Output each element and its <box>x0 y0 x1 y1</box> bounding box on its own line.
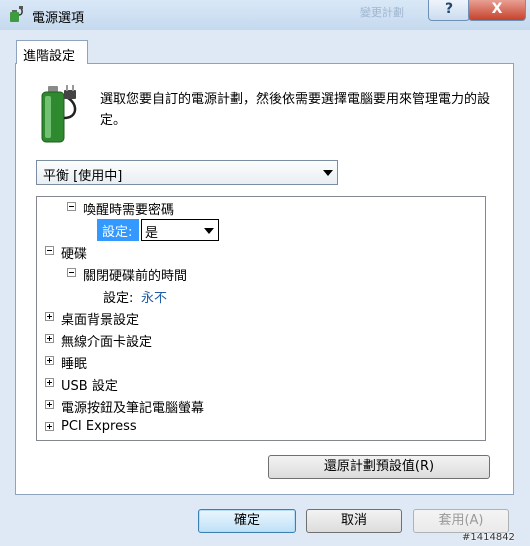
tree-item[interactable]: 喚醒時需要密碼 <box>37 197 467 219</box>
collapse-icon[interactable] <box>67 202 76 211</box>
expand-icon[interactable] <box>45 356 54 365</box>
expand-icon[interactable] <box>45 400 54 409</box>
tree-item-label: USB 設定 <box>61 379 118 394</box>
tree-item-label: 硬碟 <box>61 247 88 262</box>
tree-item[interactable]: 硬碟 <box>37 241 467 263</box>
tree-item[interactable]: USB 設定 <box>37 373 467 395</box>
tree-item[interactable]: 睡眠 <box>37 351 467 373</box>
help-icon: ? <box>444 1 454 17</box>
setting-label: 設定: <box>103 291 134 306</box>
power-plan-dropdown[interactable]: 平衡 [使用中] <box>36 160 338 185</box>
tree-item-label: 關閉硬碟前的時間 <box>83 269 188 284</box>
tree-setting-row[interactable]: 設定: 永不 <box>37 285 467 307</box>
setting-label-selected[interactable]: 設定: <box>97 219 139 241</box>
tab-label: 進階設定 <box>23 49 76 64</box>
close-button[interactable]: X <box>468 0 526 21</box>
tree-item-label: 桌面背景設定 <box>61 313 140 328</box>
vertical-scrollbar[interactable] <box>485 197 486 440</box>
password-setting-dropdown[interactable]: 是 <box>141 219 219 241</box>
expand-icon[interactable] <box>45 378 54 387</box>
tree-item-label: 喚醒時需要密碼 <box>83 203 175 218</box>
close-icon: X <box>491 1 503 17</box>
apply-button[interactable]: 套用(A) <box>413 509 509 533</box>
expand-icon[interactable] <box>45 422 54 431</box>
tree-item[interactable]: 關閉硬碟前的時間 <box>37 263 467 285</box>
advanced-settings-panel: 選取您要自訂的電源計劃，然後依需要選擇電腦要用來管理電力的設定。 平衡 [使用中… <box>15 63 514 495</box>
tree-item-label: 無線介面卡設定 <box>61 335 153 350</box>
chevron-down-icon <box>204 228 214 234</box>
tree-setting-row: 設定: 是 <box>37 219 467 241</box>
title-bar: 電源選項 變更計劃 ? X <box>0 0 530 30</box>
collapse-icon[interactable] <box>45 246 54 255</box>
tree-item[interactable]: PCI Express <box>37 417 467 439</box>
cancel-button[interactable]: 取消 <box>306 509 402 533</box>
tree-item[interactable]: 電源按鈕及筆記電腦螢幕 <box>37 395 467 417</box>
setting-label: 設定: <box>102 225 133 240</box>
battery-plug-icon <box>41 85 77 143</box>
expand-icon[interactable] <box>45 312 54 321</box>
watermark-text: #1414842 <box>462 532 515 543</box>
tab-advanced-settings[interactable]: 進階設定 <box>16 40 88 64</box>
power-options-window: 電源選項 變更計劃 ? X 進階設定 選取您要自訂的電源計劃，然後依需要選擇電腦… <box>0 0 530 546</box>
disk-timeout-value[interactable]: 永不 <box>141 287 167 306</box>
tree-item-label: 電源按鈕及筆記電腦螢幕 <box>61 401 205 416</box>
settings-tree[interactable]: 喚醒時需要密碼 設定: 是 硬碟 關閉硬碟前的時間 設定: 永不 桌面背景設定 … <box>36 196 486 441</box>
collapse-icon[interactable] <box>67 268 76 277</box>
tree-item-label: 睡眠 <box>61 357 88 372</box>
ok-button[interactable]: 確定 <box>198 509 296 533</box>
tree-item-label: PCI Express <box>61 419 137 434</box>
power-plan-value: 平衡 [使用中] <box>43 169 123 184</box>
window-title: 電源選項 <box>32 11 85 26</box>
expand-icon[interactable] <box>45 334 54 343</box>
restore-defaults-button[interactable]: 還原計劃預設值(R) <box>268 455 490 479</box>
background-window-title: 變更計劃 <box>360 6 404 19</box>
chevron-down-icon <box>323 170 333 176</box>
help-button[interactable]: ? <box>428 0 470 21</box>
tree-item[interactable]: 無線介面卡設定 <box>37 329 467 351</box>
power-options-icon <box>10 6 23 22</box>
password-setting-value: 是 <box>145 226 159 241</box>
tree-item[interactable]: 桌面背景設定 <box>37 307 467 329</box>
description-text: 選取您要自訂的電源計劃，然後依需要選擇電腦要用來管理電力的設定。 <box>100 92 491 128</box>
